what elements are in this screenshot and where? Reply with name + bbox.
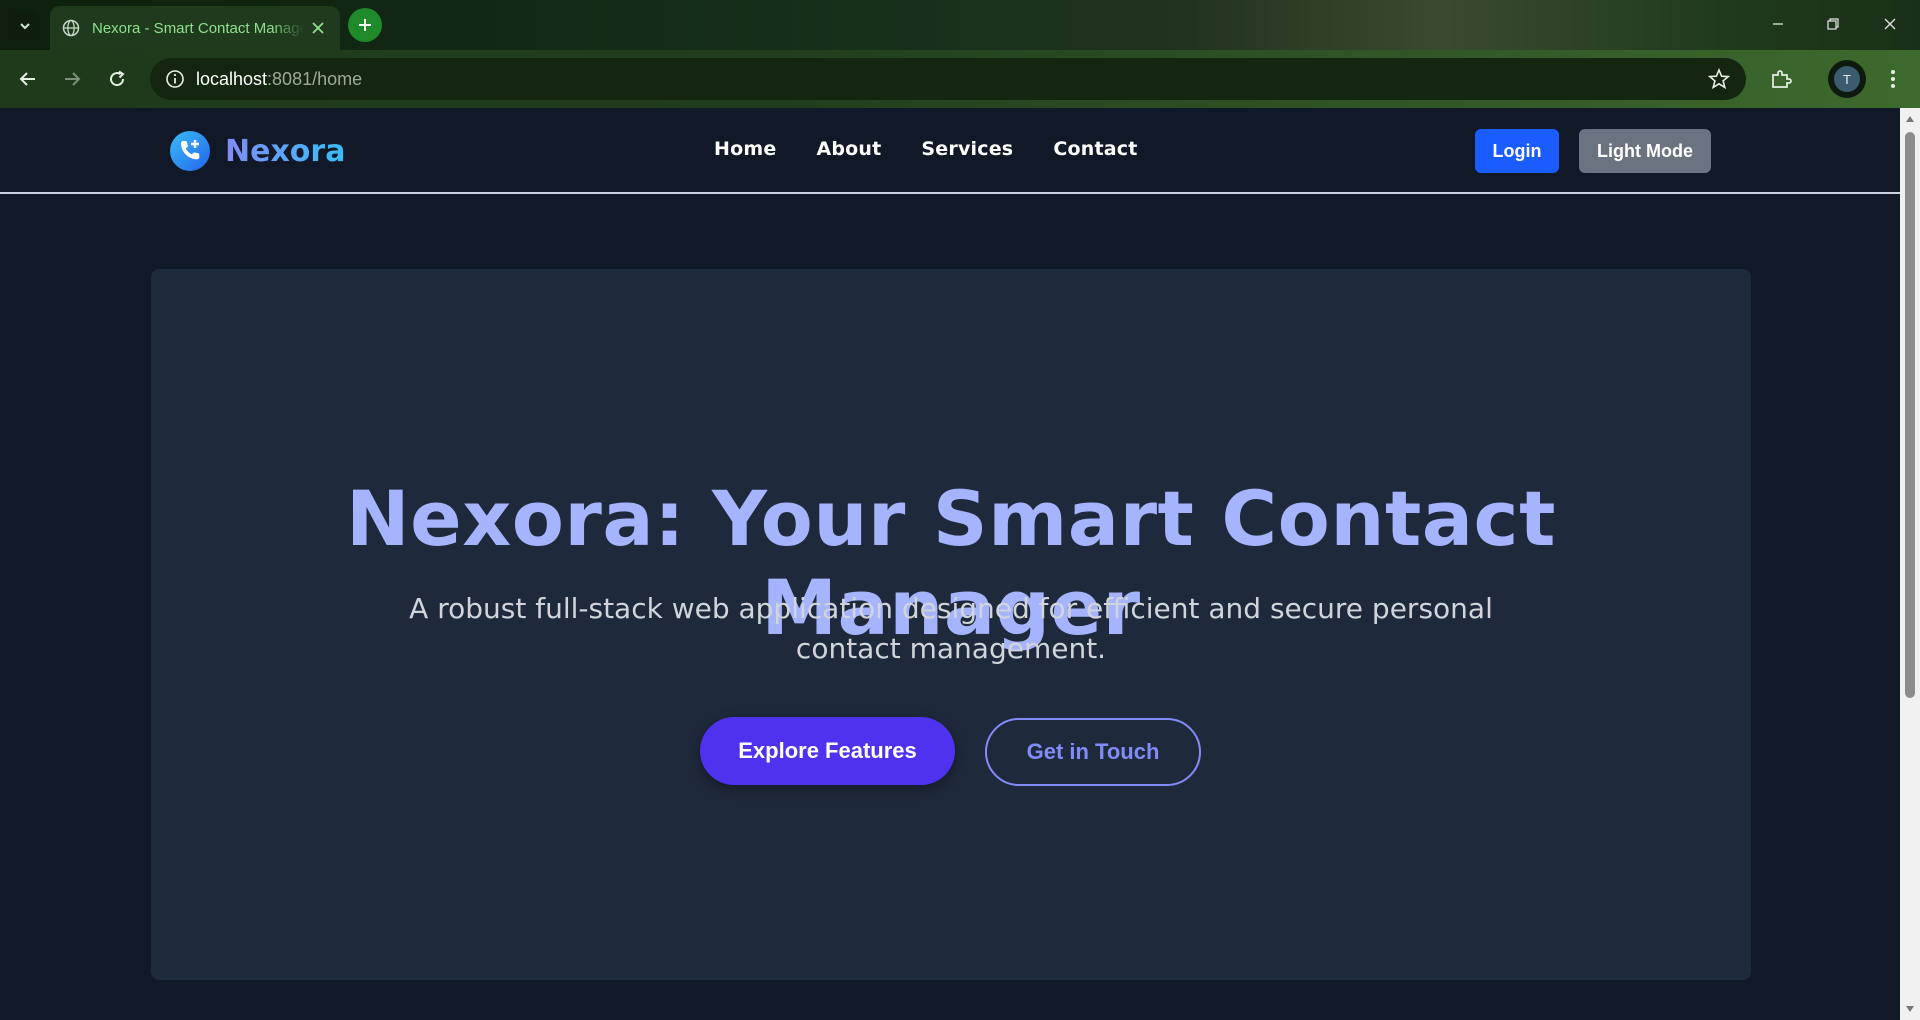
reload-icon xyxy=(110,70,125,87)
hero-card: Nexora: Your Smart Contact Manager A rob… xyxy=(151,269,1751,980)
url-path: :8081/home xyxy=(267,68,363,89)
puzzle-icon xyxy=(1772,70,1792,88)
get-in-touch-button[interactable]: Get in Touch xyxy=(985,718,1201,786)
arrow-left-icon xyxy=(19,72,35,86)
restore-icon xyxy=(1827,18,1839,30)
scroll-down-arrow-icon[interactable] xyxy=(1900,1000,1920,1018)
profile-initial: T xyxy=(1834,66,1860,92)
profile-avatar[interactable]: T xyxy=(1828,60,1866,98)
address-bar[interactable]: localhost:8081/home xyxy=(150,58,1746,100)
brand-name: Nexora xyxy=(225,133,346,169)
close-icon xyxy=(1884,18,1896,30)
forward-button[interactable] xyxy=(57,64,87,94)
page-viewport: Nexora Home About Services Contact Login… xyxy=(0,108,1900,1020)
nav-links: Home About Services Contact xyxy=(714,138,1138,160)
bookmark-star-icon[interactable] xyxy=(1708,68,1730,90)
login-button[interactable]: Login xyxy=(1475,129,1559,173)
site-info-icon[interactable] xyxy=(154,58,196,100)
restore-button[interactable] xyxy=(1813,8,1853,40)
globe-icon xyxy=(62,19,80,37)
scroll-up-arrow-icon[interactable] xyxy=(1900,110,1920,128)
plus-icon xyxy=(359,19,371,31)
browser-menu-button[interactable] xyxy=(1878,64,1908,94)
light-mode-toggle[interactable]: Light Mode xyxy=(1579,129,1711,173)
close-tab-icon[interactable] xyxy=(308,18,328,38)
browser-tab[interactable]: Nexora - Smart Contact Manager xyxy=(50,6,340,50)
explore-features-button[interactable]: Explore Features xyxy=(700,717,955,785)
kebab-menu-icon xyxy=(1891,70,1895,88)
minimize-button[interactable] xyxy=(1758,8,1798,40)
minimize-icon xyxy=(1773,23,1783,25)
brand[interactable]: Nexora xyxy=(169,130,345,172)
arrow-right-icon xyxy=(65,72,81,86)
site-navbar: Nexora Home About Services Contact Login… xyxy=(0,108,1900,194)
url-host: localhost xyxy=(196,68,268,89)
tab-title: Nexora - Smart Contact Manager xyxy=(92,19,304,37)
phone-logo-icon xyxy=(170,131,210,171)
back-button[interactable] xyxy=(13,64,43,94)
nav-contact[interactable]: Contact xyxy=(1053,138,1137,160)
tab-search-button[interactable] xyxy=(10,11,40,41)
chevron-down-icon xyxy=(20,23,30,30)
new-tab-button[interactable] xyxy=(348,8,382,42)
reload-button[interactable] xyxy=(102,64,132,94)
close-window-button[interactable] xyxy=(1870,8,1910,40)
page-scrollbar[interactable] xyxy=(1900,108,1920,1020)
nav-about[interactable]: About xyxy=(816,138,881,160)
extensions-button[interactable] xyxy=(1766,64,1796,94)
hero-subtitle: A robust full-stack web application desi… xyxy=(409,592,1493,665)
nav-services[interactable]: Services xyxy=(921,138,1013,160)
browser-toolbar: localhost:8081/home T xyxy=(0,50,1920,108)
scrollbar-thumb[interactable] xyxy=(1905,132,1915,698)
url-text: localhost:8081/home xyxy=(196,69,362,90)
nav-home[interactable]: Home xyxy=(714,138,776,160)
browser-tabstrip: Nexora - Smart Contact Manager xyxy=(0,0,1920,50)
